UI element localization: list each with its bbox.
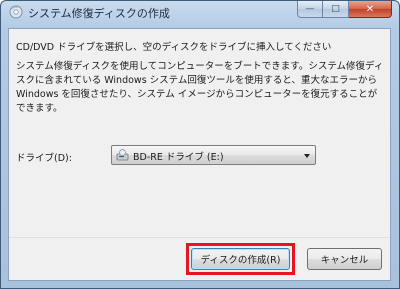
drive-label: ドライブ(D): bbox=[16, 153, 72, 164]
close-button[interactable]: ✕ bbox=[349, 1, 392, 18]
minimize-button[interactable]: — bbox=[297, 1, 323, 18]
chevron-down-icon bbox=[304, 154, 310, 158]
minimize-icon: — bbox=[305, 4, 315, 14]
dialog-content: CD/DVD ドライブを選択し、空のディスクをドライブに挿入してください システ… bbox=[8, 28, 391, 281]
maximize-button[interactable]: □ bbox=[323, 1, 349, 18]
drive-select-value: BD-RE ドライブ (E:) bbox=[133, 152, 224, 163]
optical-drive-icon bbox=[116, 149, 129, 161]
disc-icon bbox=[9, 5, 23, 19]
instruction-text: CD/DVD ドライブを選択し、空のディスクをドライブに挿入してください bbox=[16, 42, 332, 53]
divider bbox=[9, 237, 390, 238]
maximize-icon: □ bbox=[331, 4, 340, 14]
window-title: システム修復ディスクの作成 bbox=[28, 7, 170, 20]
close-icon: ✕ bbox=[365, 3, 375, 15]
cancel-button[interactable]: キャンセル bbox=[307, 248, 382, 270]
caption-buttons: — □ ✕ bbox=[297, 1, 392, 19]
title-bar[interactable]: システム修復ディスクの作成 — □ ✕ bbox=[1, 1, 399, 23]
create-disc-button[interactable]: ディスクの作成(R) bbox=[191, 248, 290, 270]
drive-select[interactable]: BD-RE ドライブ (E:) bbox=[111, 145, 316, 165]
description-text: システム修復ディスクを使用してコンピューターをブートできます。システム修復ディス… bbox=[16, 61, 384, 114]
dialog-window: システム修復ディスクの作成 — □ ✕ CD/DVD ドライブを選択し、空のディ… bbox=[0, 0, 400, 289]
